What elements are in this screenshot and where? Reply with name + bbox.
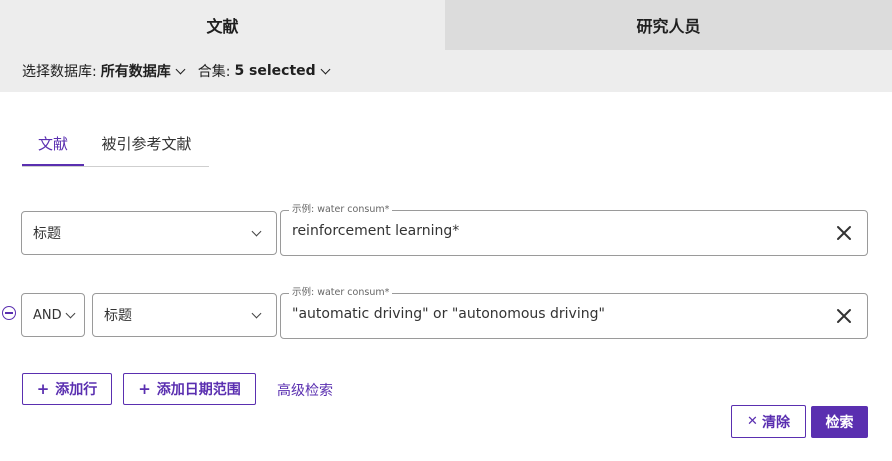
database-selector[interactable]: 选择数据库: 所有数据库 [22, 61, 186, 81]
plus-icon: + [36, 380, 50, 398]
chevron-down-icon [65, 308, 76, 318]
search-term-value: reinforcement learning* [292, 223, 460, 239]
advanced-search-link[interactable]: 高级检索 [277, 380, 333, 400]
database-label: 选择数据库: [22, 64, 97, 80]
chevron-down-icon [320, 64, 331, 74]
close-icon[interactable] [835, 307, 853, 325]
close-icon: ✕ [747, 414, 758, 429]
add-row-button[interactable]: + 添加行 [22, 373, 112, 405]
remove-row-icon[interactable] [2, 306, 16, 320]
plus-icon: + [138, 380, 151, 398]
chevron-down-icon [251, 308, 262, 318]
input-example-label: 示例: water consum* [289, 287, 393, 299]
search-term-input[interactable]: 示例: water consum* reinforcement learning… [280, 204, 868, 256]
add-date-range-button[interactable]: + 添加日期范围 [123, 373, 256, 405]
tab-documents[interactable]: 文献 [0, 0, 445, 50]
operator-select[interactable]: AND [21, 293, 85, 337]
top-tabs: 文献 研究人员 [0, 0, 892, 50]
chevron-down-icon [251, 226, 262, 236]
tab-cited-references[interactable]: 被引参考文献 [84, 122, 209, 165]
search-term-value: "automatic driving" or "autonomous drivi… [292, 306, 605, 322]
add-row-label: 添加行 [55, 382, 98, 398]
search-label: 检索 [825, 415, 854, 431]
field-select[interactable]: 标题 [92, 293, 277, 337]
database-bar: 选择数据库: 所有数据库 合集: 5 selected [0, 50, 892, 92]
add-date-range-label: 添加日期范围 [156, 382, 241, 398]
tab-researchers[interactable]: 研究人员 [445, 0, 892, 50]
field-select-value: 标题 [33, 226, 61, 242]
tab-search-documents[interactable]: 文献 [22, 122, 84, 166]
search-type-tabs: 文献 被引参考文献 [22, 122, 209, 167]
collection-value: 5 selected [234, 63, 316, 79]
collection-selector[interactable]: 合集: 5 selected [197, 61, 331, 81]
clear-label: 清除 [761, 414, 790, 431]
field-select-value: 标题 [104, 308, 132, 324]
field-select[interactable]: 标题 [21, 211, 277, 255]
search-term-input[interactable]: 示例: water consum* "automatic driving" or… [280, 287, 868, 339]
search-button[interactable]: 检索 [811, 406, 868, 438]
chevron-down-icon [175, 64, 186, 74]
input-example-label: 示例: water consum* [289, 204, 393, 216]
close-icon[interactable] [835, 224, 853, 242]
clear-button[interactable]: ✕ 清除 [731, 405, 806, 438]
database-value: 所有数据库 [100, 64, 171, 80]
collection-label: 合集: [197, 64, 231, 80]
operator-value: AND [33, 307, 62, 323]
